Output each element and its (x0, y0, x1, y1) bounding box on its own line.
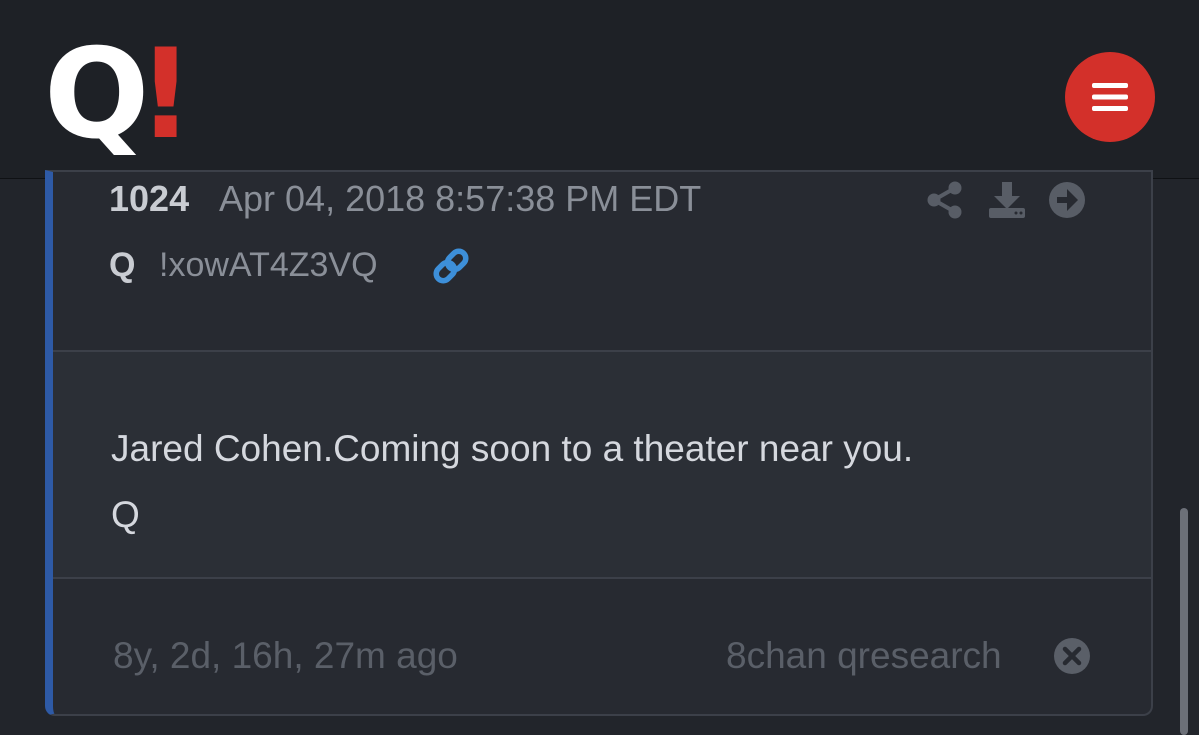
logo-exclamation: ! (137, 23, 194, 167)
post-footer: 8y, 2d, 16h, 27m ago 8chan qresearch (53, 579, 1151, 714)
post-header: 1024 Apr 04, 2018 8:57:38 PM EDT Q !xowA… (53, 172, 1151, 352)
post-tripcode: !xowAT4Z3VQ (159, 246, 378, 284)
share-icon[interactable] (925, 180, 965, 220)
app-header: Q ! (0, 0, 1199, 179)
post-author: Q (109, 246, 136, 284)
logo-q: Q (44, 23, 149, 167)
post-number: 1024 (109, 178, 190, 219)
elapsed-time: 8y, 2d, 16h, 27m ago (113, 635, 458, 676)
post-signature: Q (111, 494, 140, 535)
close-icon[interactable] (1053, 637, 1091, 675)
page-scrollbar[interactable] (1180, 508, 1188, 735)
hamburger-menu-icon (1092, 83, 1128, 111)
arrow-right-circle-icon[interactable] (1047, 180, 1087, 220)
post-source[interactable]: 8chan qresearch (726, 635, 1002, 677)
app-logo[interactable]: Q ! (44, 23, 194, 167)
link-icon[interactable] (429, 244, 473, 288)
post-text-line: Jared Cohen.Coming soon to a theater nea… (111, 428, 914, 469)
post-date: Apr 04, 2018 8:57:38 PM EDT (219, 178, 702, 219)
menu-button[interactable] (1065, 52, 1155, 142)
post-card: 1024 Apr 04, 2018 8:57:38 PM EDT Q !xowA… (45, 170, 1153, 716)
download-icon[interactable] (987, 180, 1027, 220)
post-body: Jared Cohen.Coming soon to a theater nea… (53, 352, 1151, 579)
